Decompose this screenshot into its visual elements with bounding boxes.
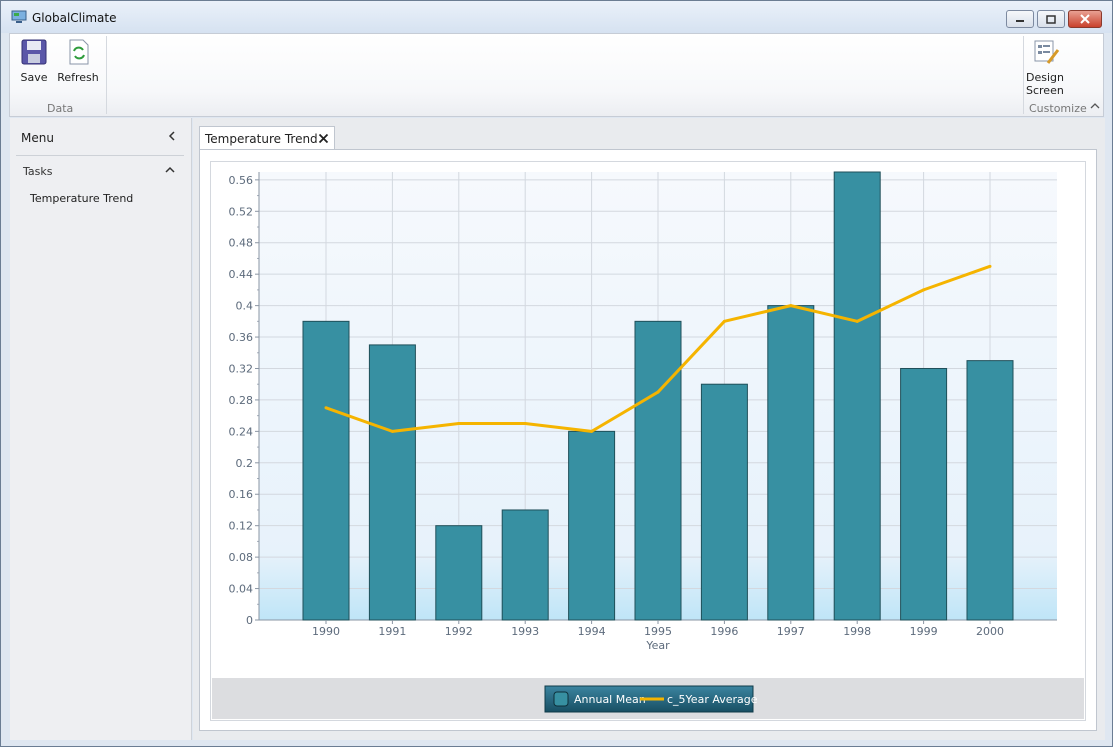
bar-2000 — [966, 360, 1014, 621]
title-bar: GlobalClimate — [1, 1, 1112, 33]
line-point — [988, 264, 992, 268]
bar-1990 — [302, 320, 350, 621]
line-point — [523, 422, 527, 426]
y-tick-label: 0.12 — [229, 520, 254, 533]
y-tick-label: 0.52 — [229, 205, 254, 218]
y-tick-label: 0.48 — [229, 237, 254, 250]
line-point — [324, 406, 328, 410]
bar-1994 — [568, 430, 616, 621]
window-title: GlobalClimate — [32, 11, 117, 25]
save-label: Save — [20, 71, 48, 84]
line-point — [789, 304, 793, 308]
tab-close-button[interactable] — [318, 133, 329, 147]
temperature-chart: 0 0.04 0.08 0.12 0.16 0.2 0.24 0.28 0.32 0.36 0.4 0… — [212, 171, 1084, 719]
design-label-line1: Design — [1026, 71, 1064, 84]
close-icon — [318, 133, 329, 144]
x-axis-title: Year — [645, 639, 670, 652]
menu-divider — [16, 155, 184, 156]
chart-card: 0 0.04 0.08 0.12 0.16 0.2 0.24 0.28 0.32 0.36 0.4 0… — [210, 161, 1086, 721]
close-icon — [1080, 14, 1090, 24]
x-tick-label: 1990 — [312, 625, 340, 638]
legend-label-5year-average: c_5Year Average — [667, 693, 758, 706]
maximize-button[interactable] — [1037, 10, 1065, 28]
x-tick-label: 1997 — [777, 625, 805, 638]
tasks-collapse-button[interactable] — [165, 165, 175, 178]
design-screen-icon — [1034, 40, 1060, 64]
x-tick-label: 1995 — [644, 625, 672, 638]
legend-swatch-annual-mean — [553, 691, 569, 707]
bar-1998 — [833, 171, 881, 621]
chevron-up-icon — [1090, 103, 1100, 109]
data-group-label: Data — [47, 102, 74, 115]
ribbon-separator — [106, 36, 107, 114]
x-tick-label: 2000 — [976, 625, 1004, 638]
minimize-button[interactable] — [1006, 10, 1034, 28]
save-button[interactable]: Save — [12, 38, 56, 84]
chevron-up-icon — [165, 166, 175, 173]
bar-1997 — [767, 305, 815, 621]
x-tick-label: 1998 — [843, 625, 871, 638]
tasks-group-label: Tasks — [23, 165, 53, 178]
navigation-menu: Menu Tasks Temperature Trend — [10, 118, 192, 740]
y-tick-label: 0.56 — [229, 174, 254, 187]
menu-title: Menu — [21, 131, 54, 145]
refresh-button[interactable]: Refresh — [56, 38, 100, 84]
ribbon: Save Refresh Data Design Screen Customiz… — [9, 33, 1104, 117]
line-point — [457, 422, 461, 426]
app-window: GlobalClimate Save Refresh Data Design S… — [0, 0, 1113, 747]
line-point — [922, 288, 926, 292]
menu-item-temperature-trend[interactable]: Temperature Trend — [30, 192, 133, 205]
save-icon — [21, 39, 47, 65]
tab-temperature-trend[interactable]: Temperature Trend — [199, 126, 335, 150]
y-tick-label: 0.24 — [229, 425, 254, 438]
refresh-icon — [69, 39, 89, 65]
line-point — [656, 390, 660, 394]
bar-1999 — [900, 367, 948, 621]
legend-label-annual-mean: Annual Mean — [574, 693, 646, 706]
line-point — [855, 319, 859, 323]
y-tick-label: 0.36 — [229, 331, 254, 344]
restore-icon — [1046, 14, 1056, 24]
chevron-left-icon — [168, 131, 175, 141]
app-icon — [11, 10, 27, 24]
line-point — [390, 429, 394, 433]
y-tick-label: 0.04 — [229, 583, 254, 596]
x-tick-label: 1992 — [445, 625, 473, 638]
line-point — [722, 319, 726, 323]
design-label-line2: Screen — [1026, 84, 1064, 97]
y-tick-label: 0 — [246, 614, 253, 627]
customize-group-label: Customize — [1029, 102, 1087, 115]
y-tick-label: 0.4 — [236, 300, 254, 313]
x-tick-label: 1993 — [511, 625, 539, 638]
bar-1991 — [368, 344, 416, 621]
x-tick-label: 1996 — [710, 625, 738, 638]
y-tick-label: 0.2 — [236, 457, 254, 470]
minimize-icon — [1016, 20, 1024, 22]
content-area: Temperature Trend 0 0.04 0.08 0.12 0.16 0.2 0.… — [193, 118, 1105, 740]
refresh-label: Refresh — [57, 71, 99, 84]
bar-1995 — [634, 320, 682, 621]
bar-1993 — [501, 509, 549, 621]
close-button[interactable] — [1068, 10, 1102, 28]
line-point — [590, 429, 594, 433]
y-tick-label: 0.44 — [229, 268, 254, 281]
bar-1992 — [435, 525, 483, 621]
design-screen-button[interactable]: Design Screen — [1026, 38, 1066, 97]
y-tick-label: 0.32 — [229, 362, 254, 375]
y-tick-label: 0.16 — [229, 488, 254, 501]
tab-label: Temperature Trend — [205, 132, 318, 146]
bar-1996 — [700, 383, 748, 621]
ribbon-collapse-button[interactable] — [1090, 100, 1100, 113]
x-tick-label: 1999 — [910, 625, 938, 638]
y-tick-label: 0.08 — [229, 551, 254, 564]
x-tick-label: 1994 — [578, 625, 606, 638]
window-controls — [1006, 10, 1102, 28]
screen-panel: 0 0.04 0.08 0.12 0.16 0.2 0.24 0.28 0.32 0.36 0.4 0… — [199, 149, 1097, 731]
menu-collapse-button[interactable] — [167, 130, 177, 145]
ribbon-separator — [1023, 36, 1024, 114]
y-tick-label: 0.28 — [229, 394, 254, 407]
x-tick-label: 1991 — [378, 625, 406, 638]
